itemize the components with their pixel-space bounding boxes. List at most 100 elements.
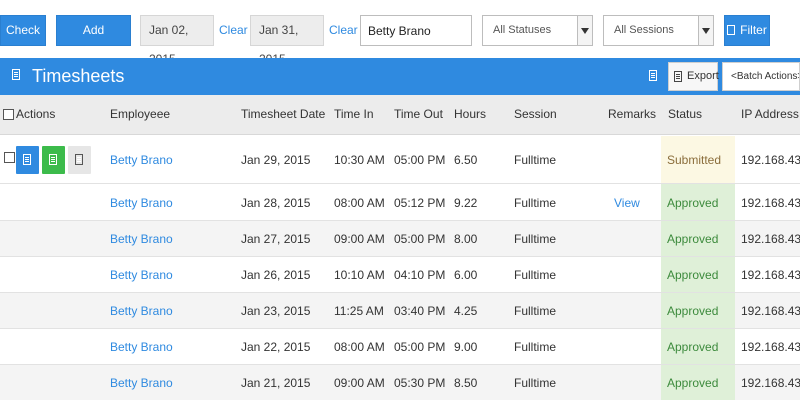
status-text: Approved: [667, 304, 719, 318]
ip-cell: 192.168.43.13: [741, 195, 800, 210]
time-out-cell: 03:40 PM: [394, 304, 446, 318]
employee-link[interactable]: Betty Brano: [110, 153, 173, 167]
table-header: Actions Employeee Timesheet Date Time In…: [0, 95, 800, 135]
col-ip[interactable]: IP Address: [741, 107, 799, 121]
employee-link[interactable]: Betty Brano: [110, 268, 173, 282]
table-row: Approved Betty Brano Jan 23, 2015 11:25 AM 0…: [0, 293, 800, 329]
status-text: Approved: [667, 232, 719, 246]
timesheet-icon: [12, 69, 20, 80]
status-select-value: All Statuses: [493, 24, 552, 36]
hours-cell: 8.00: [454, 232, 478, 246]
check-in-button[interactable]: Check In: [0, 15, 46, 66]
time-in-cell: 08:00 AM: [334, 340, 385, 354]
col-date[interactable]: Timesheet Date: [241, 107, 325, 121]
table-row: Approved Betty Brano Jan 22, 2015 08:00 AM 0…: [0, 329, 800, 365]
time-out-cell: 04:10 PM: [394, 268, 446, 282]
col-status[interactable]: Status: [668, 107, 702, 121]
time-in-cell: 10:10 AM: [334, 268, 385, 282]
employee-search-input[interactable]: [360, 15, 472, 46]
date-from-field[interactable]: Jan 02, 2015: [140, 15, 214, 66]
col-actions: Actions: [16, 107, 56, 121]
col-remarks[interactable]: Remarks: [608, 107, 656, 121]
add-timesheet-button[interactable]: Add Timesheet: [56, 15, 131, 66]
time-out-cell: 05:00 PM: [394, 232, 446, 246]
remarks-view-link[interactable]: View: [614, 196, 640, 210]
hours-cell: 4.25: [454, 304, 478, 318]
session-cell: Fulltime: [514, 268, 557, 282]
col-time-in[interactable]: Time In: [334, 107, 374, 121]
status-text: Approved: [667, 268, 719, 282]
status-badge: Approved: [661, 329, 735, 364]
date-cell: Jan 23, 2015: [241, 304, 311, 318]
approve-button[interactable]: [42, 146, 65, 174]
time-in-cell: 09:00 AM: [334, 376, 385, 390]
ip-cell: 192.168.43.13: [741, 153, 800, 167]
table-row: Approved Betty Brano Jan 26, 2015 10:10 AM 0…: [0, 257, 800, 293]
session-cell: Fulltime: [514, 340, 557, 354]
session-cell: Fulltime: [514, 304, 557, 318]
filter-button[interactable]: Filter: [724, 15, 770, 46]
time-in-cell: 09:00 AM: [334, 232, 385, 246]
filter-toolbar: Check In Add Timesheet Jan 02, 2015 Clea…: [0, 0, 800, 66]
ip-cell: 192.168.43.13: [741, 340, 800, 354]
export-button-label: Export: [687, 70, 719, 82]
date-cell: Jan 27, 2015: [241, 232, 311, 246]
employee-link[interactable]: Betty Brano: [110, 196, 173, 210]
time-in-cell: 10:30 AM: [334, 153, 385, 167]
status-text: Approved: [667, 340, 719, 354]
ip-cell: 192.168.43.13: [741, 232, 800, 246]
filter-icon: [727, 25, 736, 35]
status-text: Submitted: [667, 153, 722, 167]
print-icon: [75, 154, 83, 165]
select-all-checkbox[interactable]: [3, 109, 14, 120]
employee-link[interactable]: Betty Brano: [110, 304, 173, 318]
status-badge: Approved: [661, 184, 735, 220]
date-to-field[interactable]: Jan 31, 2015: [250, 15, 324, 66]
ip-cell: 192.168.43.13: [741, 268, 800, 282]
time-out-cell: 05:30 PM: [394, 376, 446, 390]
session-cell: Fulltime: [514, 153, 557, 167]
time-out-cell: 05:00 PM: [394, 340, 446, 354]
edit-button[interactable]: [16, 146, 39, 174]
approve-icon: [49, 154, 57, 165]
time-in-cell: 08:00 AM: [334, 195, 385, 210]
col-time-out[interactable]: Time Out: [394, 107, 443, 121]
table-row: Approved Betty Brano Jan 28, 2015 08:00 AM 0…: [0, 184, 800, 221]
time-out-cell: 05:12 PM: [394, 195, 446, 210]
batch-actions-select[interactable]: <Batch Actions>: [722, 62, 800, 91]
session-select[interactable]: All Sessions: [603, 15, 714, 46]
clear-date-to-link[interactable]: Clear: [329, 15, 358, 46]
status-badge: Approved: [661, 257, 735, 292]
date-cell: Jan 29, 2015: [241, 153, 311, 167]
status-text: Approved: [667, 195, 719, 210]
date-cell: Jan 22, 2015: [241, 340, 311, 354]
chevron-down-icon: [698, 16, 713, 45]
hours-cell: 8.50: [454, 376, 478, 390]
employee-link[interactable]: Betty Brano: [110, 340, 173, 354]
status-badge: Submitted: [661, 136, 735, 183]
employee-link[interactable]: Betty Brano: [110, 376, 173, 390]
hours-cell: 6.00: [454, 268, 478, 282]
table-row: Submitted Betty Brano Jan 29, 2015 10:30 AM…: [0, 136, 800, 184]
print-button[interactable]: [68, 146, 91, 174]
date-cell: Jan 28, 2015: [241, 195, 311, 210]
hours-cell: 9.00: [454, 340, 478, 354]
session-cell: Fulltime: [514, 376, 557, 390]
date-cell: Jan 26, 2015: [241, 268, 311, 282]
table-row: Approved Betty Brano Jan 21, 2015 09:00 AM 0…: [0, 365, 800, 400]
page-title: Timesheets: [32, 66, 125, 86]
status-badge: Approved: [661, 365, 735, 400]
ip-cell: 192.168.43.13: [741, 376, 800, 390]
col-employee[interactable]: Employeee: [110, 107, 170, 121]
time-out-cell: 05:00 PM: [394, 153, 446, 167]
export-icon: [674, 71, 682, 82]
row-checkbox[interactable]: [4, 152, 15, 163]
col-hours[interactable]: Hours: [454, 107, 486, 121]
col-session[interactable]: Session: [514, 107, 557, 121]
edit-icon: [23, 154, 31, 165]
export-button[interactable]: Export: [668, 62, 719, 91]
status-select[interactable]: All Statuses: [482, 15, 593, 46]
clear-date-from-link[interactable]: Clear: [219, 15, 248, 46]
document-icon[interactable]: [649, 70, 657, 81]
employee-link[interactable]: Betty Brano: [110, 232, 173, 246]
